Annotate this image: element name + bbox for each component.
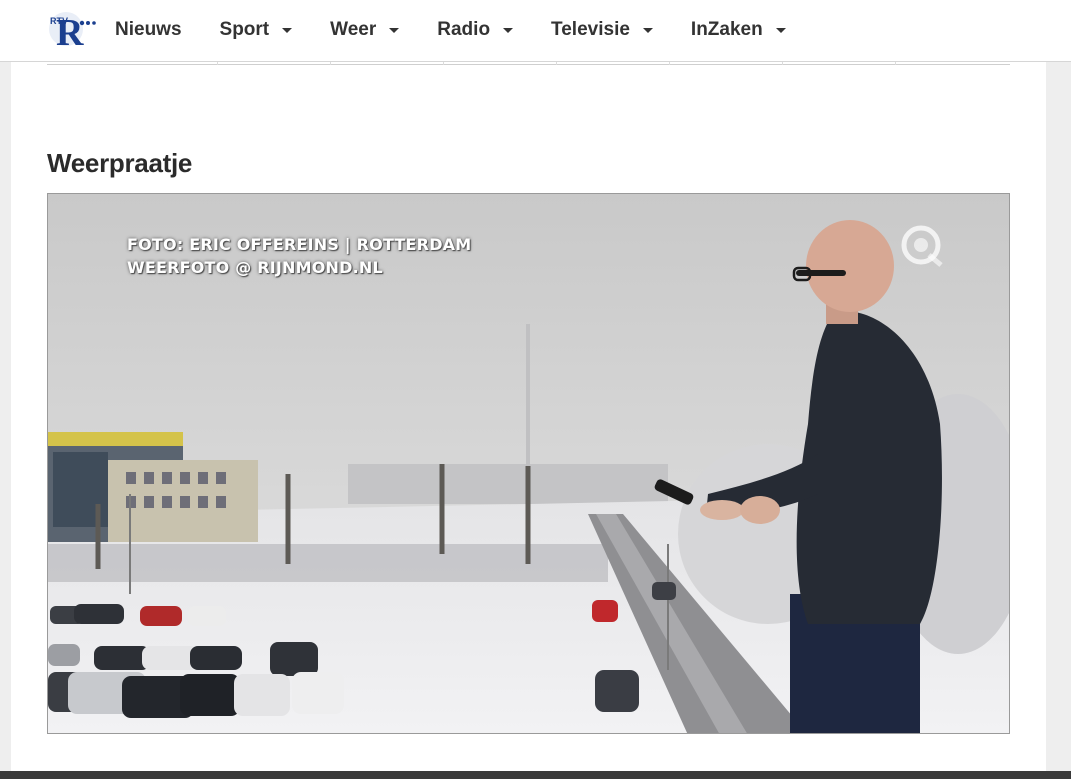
section-title: Weerpraatje [47,148,193,178]
nav-label: Radio [437,19,491,40]
logo-text: RTV [50,16,68,26]
table-cell [47,62,218,65]
nav-label: Sport [219,19,270,40]
nav-item-weer[interactable]: Weer [330,0,400,60]
nav-item-nieuws[interactable]: Nieuws [115,0,182,60]
caret-down-icon [389,27,400,33]
caret-down-icon [775,27,786,33]
table-cell [670,62,783,65]
table-cell [218,62,331,65]
caret-down-icon [282,27,293,33]
table-cell [331,62,444,65]
nav-label: Weer [330,19,377,40]
nav-label: Televisie [551,19,630,40]
nav-item-televisie[interactable]: Televisie [551,0,653,60]
top-navbar: R RTV Nieuws Sport Weer Radio Televisie … [0,0,1071,62]
nav-item-inzaken[interactable]: InZaken [691,0,786,60]
caption-line: FOTO: ERIC OFFEREINS | ROTTERDAM [127,235,472,254]
caption-line: WEERFOTO @ RIJNMOND.NL [127,258,383,277]
rtv-logo[interactable]: R RTV [44,9,98,54]
main-content: Weerpraatje FOTO: ERIC OFFEREINS | ROTTE… [11,62,1046,771]
caret-down-icon [642,27,653,33]
main-nav: Nieuws Sport Weer Radio Televisie InZake… [115,0,824,60]
table-cell [557,62,670,65]
caret-down-icon [503,27,514,33]
video-player[interactable]: FOTO: ERIC OFFEREINS | ROTTERDAM WEERFOT… [47,193,1010,734]
channel-watermark-icon [901,225,943,267]
footer-bar [0,771,1071,779]
table-cell [896,62,1010,65]
nav-label: InZaken [690,19,763,40]
table-cell [783,62,896,65]
nav-item-radio[interactable]: Radio [437,0,514,60]
nav-item-sport[interactable]: Sport [220,0,293,60]
table-cell [444,62,557,65]
previous-table-bottom [47,62,1010,65]
photo-credit-caption: FOTO: ERIC OFFEREINS | ROTTERDAM WEERFOT… [127,233,471,279]
nav-label: Nieuws [115,19,182,40]
